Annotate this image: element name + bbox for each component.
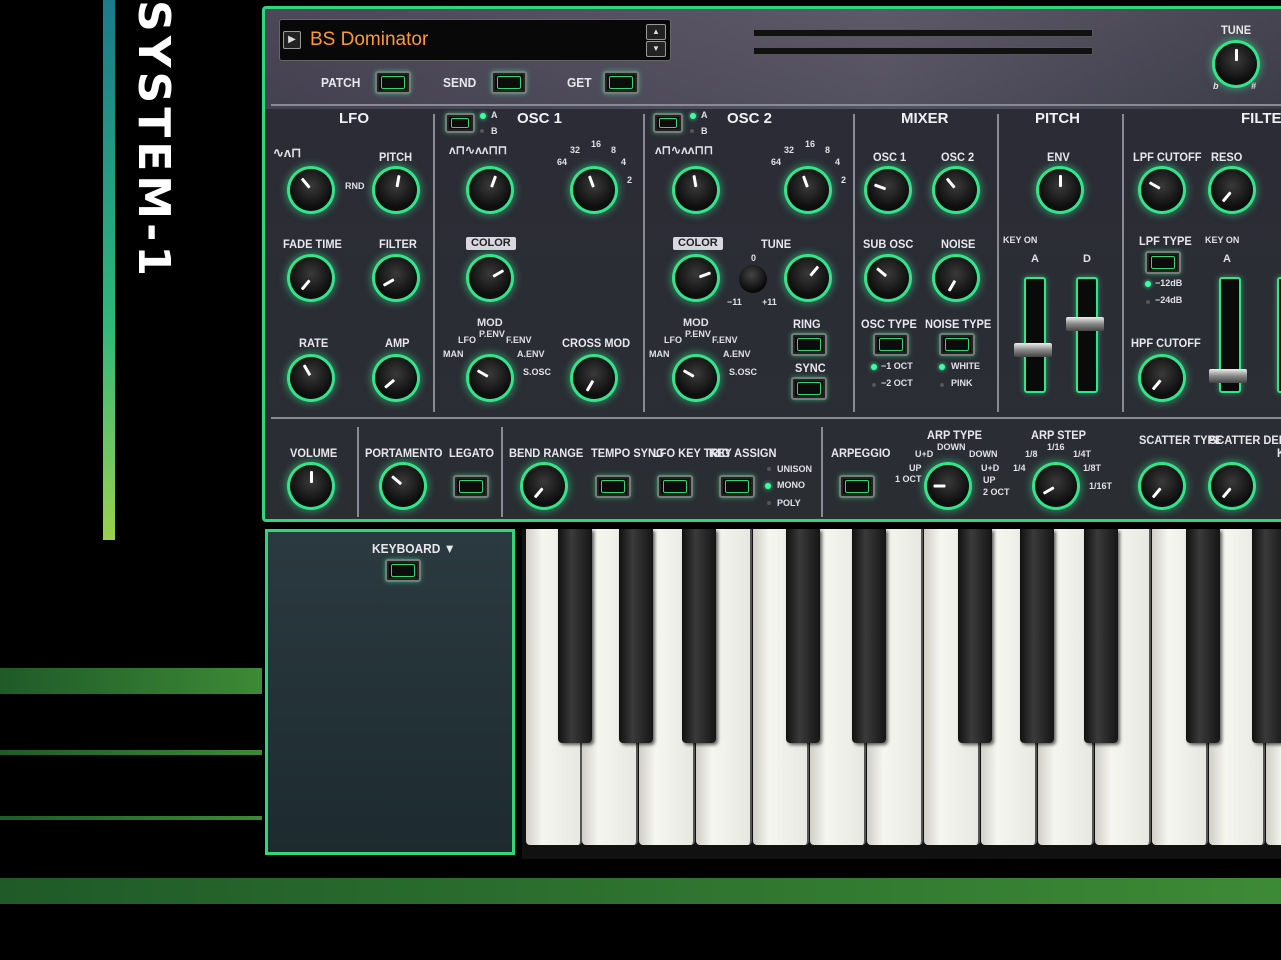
lpf-type-button[interactable]: [1145, 251, 1181, 274]
system-1-logo: SYSTEM-1: [128, 0, 179, 280]
get-button[interactable]: [603, 71, 639, 94]
black-key[interactable]: [682, 529, 716, 743]
lpf-cutoff-knob[interactable]: [1141, 169, 1183, 211]
lfo-filter-knob[interactable]: [375, 257, 417, 299]
pitch-decay-handle[interactable]: [1066, 317, 1104, 331]
tempo-sync-button[interactable]: [595, 475, 631, 498]
pitch-decay-slider[interactable]: [1076, 277, 1098, 393]
patch-up-icon[interactable]: ▲: [646, 24, 666, 40]
pitch-attack-slider[interactable]: [1024, 277, 1046, 393]
portamento-knob[interactable]: [382, 465, 424, 507]
osc2-title: OSC 2: [727, 110, 773, 127]
scatter-type-knob[interactable]: [1141, 465, 1183, 507]
osc1-wave-icons: ᴧ⊓∿ᴧᴧ⊓⊓: [449, 143, 508, 157]
black-key[interactable]: [1186, 529, 1220, 743]
osc2-wave-icons: ᴧ⊓∿ᴧᴧ⊓⊓: [655, 143, 714, 157]
cross-mod-knob[interactable]: [573, 357, 615, 399]
level-meter-l: [753, 29, 1093, 37]
osc2-tune-knob[interactable]: [787, 257, 829, 299]
mixer-osc1-knob[interactable]: [867, 169, 909, 211]
tune-label: TUNE: [1221, 23, 1252, 37]
patch-button[interactable]: [375, 71, 411, 94]
lfo-key-trig-button[interactable]: [657, 475, 693, 498]
arpeggio-button[interactable]: [839, 475, 875, 498]
pitch-title: PITCH: [1035, 110, 1080, 127]
black-key[interactable]: [1084, 529, 1118, 743]
sub-osc-knob[interactable]: [867, 257, 909, 299]
osc-type-button[interactable]: [873, 333, 909, 356]
osc1-ab-button[interactable]: [445, 113, 475, 133]
sync-button[interactable]: [791, 377, 827, 400]
send-button[interactable]: [491, 71, 527, 94]
mixer-osc2-knob[interactable]: [935, 169, 977, 211]
volume-knob[interactable]: [290, 465, 332, 507]
deco-stripe: [0, 816, 262, 820]
tune-knob[interactable]: [1215, 43, 1257, 85]
osc2-wave-knob[interactable]: [675, 169, 717, 211]
osc2-ab-button[interactable]: [653, 113, 683, 133]
filter-title: FILTE: [1241, 110, 1281, 127]
key-assign-button[interactable]: [719, 475, 755, 498]
filter-attack-handle[interactable]: [1209, 369, 1247, 383]
scatter-depth-knob[interactable]: [1211, 465, 1253, 507]
mixer-title: MIXER: [901, 110, 949, 127]
ring-button[interactable]: [791, 333, 827, 356]
pitch-attack-handle[interactable]: [1014, 343, 1052, 357]
osc1-wave-knob[interactable]: [469, 169, 511, 211]
osc1-range-knob[interactable]: [573, 169, 615, 211]
filter-decay-slider[interactable]: [1277, 277, 1281, 393]
patch-down-icon[interactable]: ▼: [646, 41, 666, 57]
keyboard-label: KEYBOARD ▼: [372, 541, 456, 556]
lfo-pitch-knob[interactable]: [375, 169, 417, 211]
black-key[interactable]: [852, 529, 886, 743]
black-key[interactable]: [958, 529, 992, 743]
osc1-color-knob[interactable]: [469, 257, 511, 299]
deco-stripe: [0, 750, 262, 755]
patch-menu-arrow-icon[interactable]: ▶: [283, 31, 301, 49]
patch-display: ▶ BS Dominator ▲ ▼: [279, 19, 671, 61]
osc2-fine-tune-knob[interactable]: [739, 265, 767, 293]
lfo-title: LFO: [339, 110, 369, 127]
noise-type-button[interactable]: [939, 333, 975, 356]
deco-stripe: [0, 668, 262, 694]
arp-type-knob[interactable]: [927, 465, 969, 507]
osc2-color-knob[interactable]: [675, 257, 717, 299]
get-label: GET: [567, 75, 592, 90]
level-meter-r: [753, 47, 1093, 55]
black-key[interactable]: [558, 529, 592, 743]
pitch-env-knob[interactable]: [1039, 169, 1081, 211]
arp-step-knob[interactable]: [1035, 465, 1077, 507]
reso-knob[interactable]: [1211, 169, 1253, 211]
hpf-cutoff-knob[interactable]: [1141, 357, 1183, 399]
synth-panel: ▶ BS Dominator ▲ ▼ PATCH SEND GET TUNE b…: [262, 6, 1281, 522]
keyboard-control-panel: KEYBOARD ▼: [265, 529, 515, 855]
legato-button[interactable]: [453, 475, 489, 498]
lfo-fade-time-knob[interactable]: [290, 257, 332, 299]
deco-stripe: [0, 878, 1281, 904]
lfo-rate-knob[interactable]: [290, 357, 332, 399]
send-label: SEND: [443, 75, 477, 90]
lfo-wave-icons: ∿ᴧ⊓: [273, 145, 302, 160]
black-key[interactable]: [786, 529, 820, 743]
osc1-title: OSC 1: [517, 110, 563, 127]
patch-name: BS Dominator: [310, 29, 429, 50]
keyboard-button[interactable]: [385, 559, 421, 582]
bend-range-knob[interactable]: [523, 465, 565, 507]
lfo-amp-knob[interactable]: [375, 357, 417, 399]
noise-knob[interactable]: [935, 257, 977, 299]
patch-label: PATCH: [321, 75, 361, 90]
black-key[interactable]: [1252, 529, 1281, 743]
osc1-mod-knob[interactable]: [469, 357, 511, 399]
piano-keyboard: [522, 529, 1281, 859]
black-key[interactable]: [619, 529, 653, 743]
black-key[interactable]: [1020, 529, 1054, 743]
logo-stripe: [103, 0, 115, 540]
lfo-wave-knob[interactable]: [290, 169, 332, 211]
osc2-range-knob[interactable]: [787, 169, 829, 211]
osc2-mod-knob[interactable]: [675, 357, 717, 399]
